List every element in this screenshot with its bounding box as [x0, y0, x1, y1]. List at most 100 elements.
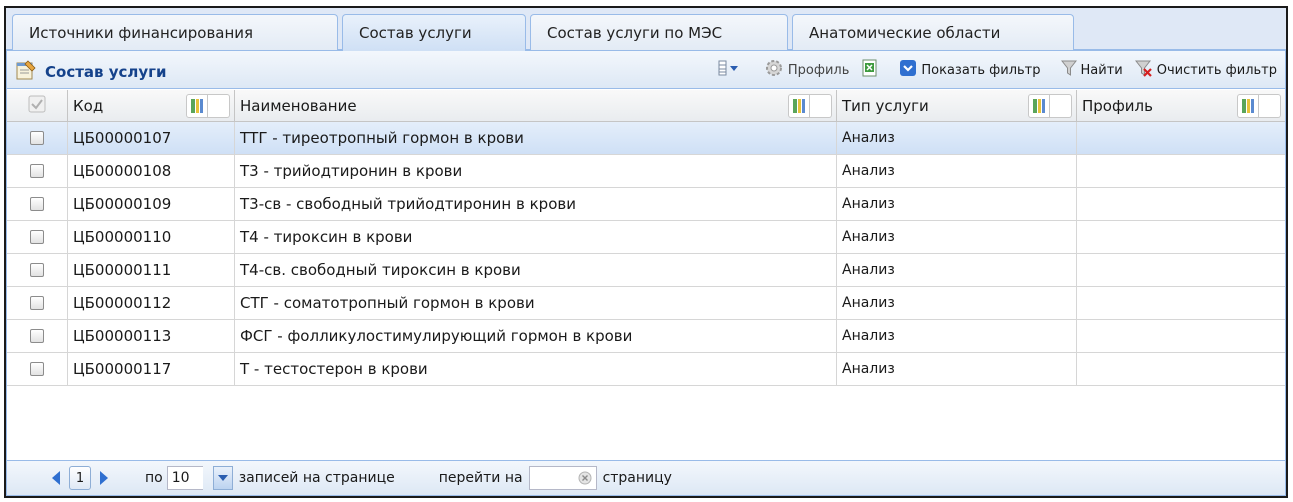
cell-code: ЦБ00000108	[68, 155, 235, 187]
row-checkbox[interactable]	[7, 221, 68, 253]
table-row[interactable]: ЦБ00000112 СТГ - соматотропный гормон в …	[7, 287, 1285, 320]
panel-title: Состав услуги	[15, 59, 167, 85]
cell-profile	[1077, 188, 1285, 220]
page-label: страницу	[602, 470, 672, 486]
panel-title-text: Состав услуги	[45, 63, 167, 81]
cell-code: ЦБ00000111	[68, 254, 235, 286]
find-button[interactable]: Найти	[1057, 57, 1127, 83]
checkmark-icon	[28, 95, 46, 117]
arrow-left-icon	[52, 471, 60, 485]
service-composition-panel: Состав услуги Профиль Показать фильтр На…	[6, 50, 1286, 496]
toolbar-actions: Профиль Показать фильтр Найти Очистить ф…	[714, 57, 1281, 83]
per-label: по	[145, 470, 163, 486]
column-settings-icon[interactable]	[1028, 94, 1050, 118]
cell-name: Т4 - тироксин в крови	[235, 221, 837, 253]
cell-code: ЦБ00000113	[68, 320, 235, 352]
page-size-select[interactable]: 10	[166, 466, 203, 490]
cell-name: ТТГ - тиреотропный гормон в крови	[235, 122, 837, 154]
row-checkbox[interactable]	[7, 155, 68, 187]
cell-type: Анализ	[837, 188, 1077, 220]
table-row[interactable]: ЦБ00000109 Т3-св - свободный трийодтирон…	[7, 188, 1285, 221]
cell-type: Анализ	[837, 155, 1077, 187]
table-row[interactable]: ЦБ00000110 Т4 - тироксин в крови Анализ	[7, 221, 1285, 254]
gear-icon	[764, 58, 784, 82]
column-settings-icon[interactable]	[186, 94, 208, 118]
goto-label: перейти на	[438, 470, 523, 486]
columns-menu-button[interactable]	[714, 58, 744, 82]
column-tools	[1237, 94, 1281, 118]
clear-filter-button[interactable]: Очистить фильтр	[1131, 57, 1281, 83]
tab-bar: Источники финансирования Состав услуги С…	[6, 8, 1286, 51]
table-row[interactable]: ЦБ00000111 Т4-св. свободный тироксин в к…	[7, 254, 1285, 287]
service-grid: Код Наименование Тип услуги Профиль ЦБ00…	[7, 90, 1285, 386]
chevron-down-icon	[899, 59, 917, 81]
funnel-icon	[1060, 59, 1077, 81]
tab-label: Источники финансирования	[29, 23, 254, 42]
cell-type: Анализ	[837, 353, 1077, 385]
current-page-number[interactable]: 1	[69, 466, 91, 490]
row-checkbox[interactable]	[7, 122, 68, 154]
show-filter-label: Показать фильтр	[921, 62, 1041, 78]
app-frame: Источники финансирования Состав услуги С…	[4, 6, 1288, 498]
notepad-icon	[15, 59, 37, 85]
cell-code: ЦБ00000107	[68, 122, 235, 154]
column-settings-icon[interactable]	[788, 94, 810, 118]
tab-service-composition[interactable]: Состав услуги	[342, 14, 526, 51]
column-header-label: Наименование	[240, 96, 357, 115]
column-menu-button[interactable]	[1050, 94, 1072, 118]
table-row[interactable]: ЦБ00000113 ФСГ - фолликулостимулирующий …	[7, 320, 1285, 353]
cell-profile	[1077, 155, 1285, 187]
cell-name: Т3-св - свободный трийодтиронин в крови	[235, 188, 837, 220]
tab-funding-sources[interactable]: Источники финансирования	[12, 14, 338, 50]
column-header-profile[interactable]: Профиль	[1077, 90, 1285, 121]
records-per-page-label: записей на странице	[238, 470, 395, 486]
column-header-name[interactable]: Наименование	[235, 90, 837, 121]
column-settings-icon[interactable]	[1237, 94, 1259, 118]
row-checkbox[interactable]	[7, 320, 68, 352]
column-header-code[interactable]: Код	[68, 90, 235, 121]
cell-name: Т3 - трийодтиронин в крови	[235, 155, 837, 187]
cell-profile	[1077, 221, 1285, 253]
table-row[interactable]: ЦБ00000108 Т3 - трийодтиронин в крови Ан…	[7, 155, 1285, 188]
page-size-value: 10	[171, 470, 190, 486]
column-header-service-type[interactable]: Тип услуги	[837, 90, 1077, 121]
cell-name: Т - тестостерон в крови	[235, 353, 837, 385]
column-header-label: Профиль	[1082, 96, 1153, 115]
tab-anatomical-areas[interactable]: Анатомические области	[792, 14, 1074, 50]
table-row[interactable]: ЦБ00000117 Т - тестостерон в крови Анали…	[7, 353, 1285, 386]
cell-code: ЦБ00000117	[68, 353, 235, 385]
panel-toolbar: Состав услуги Профиль Показать фильтр На…	[7, 51, 1285, 89]
cell-name: СТГ - соматотропный гормон в крови	[235, 287, 837, 319]
show-filter-button[interactable]: Показать фильтр	[895, 57, 1044, 83]
profile-button[interactable]: Профиль	[760, 56, 854, 84]
find-label: Найти	[1080, 62, 1123, 78]
export-excel-button[interactable]	[857, 56, 883, 84]
cell-profile	[1077, 320, 1285, 352]
cell-name: Т4-св. свободный тироксин в крови	[235, 254, 837, 286]
columns-icon	[718, 60, 740, 80]
column-menu-button[interactable]	[810, 94, 832, 118]
cell-code: ЦБ00000110	[68, 221, 235, 253]
select-all-checkbox[interactable]	[7, 90, 68, 121]
cell-code: ЦБ00000109	[68, 188, 235, 220]
row-checkbox[interactable]	[7, 254, 68, 286]
column-tools	[788, 94, 832, 118]
chevron-down-icon	[217, 475, 228, 481]
tab-label: Состав услуги по МЭС	[547, 23, 723, 42]
cell-profile	[1077, 353, 1285, 385]
cell-profile	[1077, 122, 1285, 154]
clear-icon[interactable]	[578, 471, 592, 489]
page-size-dropdown-button[interactable]	[212, 466, 233, 490]
row-checkbox[interactable]	[7, 353, 68, 385]
column-menu-button[interactable]	[1259, 94, 1281, 118]
row-checkbox[interactable]	[7, 188, 68, 220]
tab-service-composition-mes[interactable]: Состав услуги по МЭС	[530, 14, 788, 50]
column-menu-button[interactable]	[208, 94, 230, 118]
arrow-right-icon	[100, 471, 108, 485]
row-checkbox[interactable]	[7, 287, 68, 319]
next-page-button[interactable]	[97, 469, 111, 487]
goto-page-input[interactable]	[528, 466, 597, 490]
prev-page-button[interactable]	[49, 469, 63, 487]
cell-type: Анализ	[837, 320, 1077, 352]
table-row[interactable]: ЦБ00000107 ТТГ - тиреотропный гормон в к…	[7, 122, 1285, 155]
